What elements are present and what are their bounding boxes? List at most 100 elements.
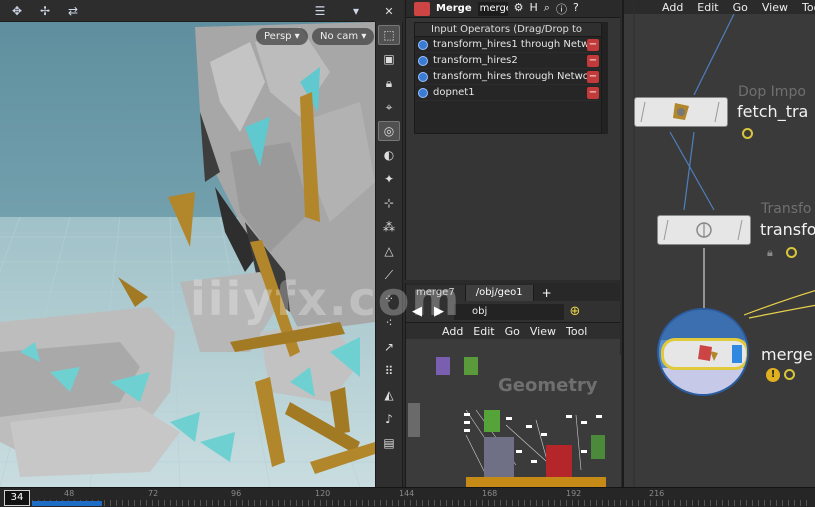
help-icon[interactable]: ? xyxy=(573,1,579,17)
warning-icon[interactable]: ! xyxy=(766,368,780,382)
tick-label: 96 xyxy=(231,489,242,498)
merge-parameter-panel: Merge merge ⚙ H ⌕ ⓘ ? Input Operators (D… xyxy=(405,0,620,280)
point-icon[interactable]: ✦ xyxy=(378,169,400,189)
input-operators-list[interactable]: Input Operators (Drag/Drop to transform_… xyxy=(414,22,602,134)
operator-ball-icon xyxy=(418,87,428,98)
transform-icon xyxy=(663,219,743,241)
transform-node[interactable] xyxy=(657,215,751,245)
menu-tool[interactable]: Tool xyxy=(566,325,587,338)
network-path-field[interactable]: obj xyxy=(454,303,564,320)
operator-ball-icon xyxy=(418,55,428,66)
tab-obj-geo1[interactable]: /obj/geo1 xyxy=(465,285,534,301)
camera-target-dropdown[interactable]: No cam ▾ xyxy=(312,28,375,45)
remove-operator-button[interactable]: − xyxy=(587,86,599,99)
list-scrollbar[interactable] xyxy=(602,22,608,134)
tick-label: 144 xyxy=(399,489,415,498)
current-frame-field[interactable]: 34 xyxy=(4,490,30,506)
houdini-window: ✥ ✢ ⇄ ☰ ▾ Persp ▾ No cam ▾ ✕ ⬚ ▣ 🔒︎ ⌖ ◎ … xyxy=(0,0,815,507)
parameter-header-icons: ⚙ H ⌕ ⓘ ? xyxy=(514,1,579,17)
timeline-ticks xyxy=(32,500,812,506)
camera-zoom-icon[interactable]: ⇄ xyxy=(62,1,84,21)
remove-operator-button[interactable]: − xyxy=(587,54,599,67)
fetch-node-name[interactable]: fetch_tra xyxy=(737,102,808,121)
display-options-icon[interactable]: ☰ xyxy=(309,1,331,21)
list-item[interactable]: transform_hires2 − xyxy=(415,53,601,69)
menu-go[interactable]: Go xyxy=(505,325,520,338)
sound-icon[interactable]: ♪ xyxy=(378,409,400,429)
camera-pan-icon[interactable]: ✢ xyxy=(34,1,56,21)
fetch-flag-icon[interactable] xyxy=(742,128,753,139)
timeline-bar[interactable]: 34 48 72 96 120 144 168 192 216 xyxy=(0,487,815,507)
remove-operator-button[interactable]: − xyxy=(587,38,599,51)
list-item[interactable]: dopnet1 − xyxy=(415,85,601,101)
operator-label: transform_hires1 through Netwo xyxy=(433,39,587,50)
ghost-icon[interactable]: ◎ xyxy=(378,121,400,141)
network-editor[interactable]: Add Edit Go View Too Dop Impo fetch_tra xyxy=(622,0,815,487)
merge-flag-icon[interactable] xyxy=(784,369,795,380)
merge-node-icon xyxy=(414,1,430,16)
camera-persp-dropdown[interactable]: Persp ▾ xyxy=(256,28,308,45)
toolstrip-top: ✕ xyxy=(375,0,403,22)
list-item[interactable]: transform_hires through Networ − xyxy=(415,69,601,85)
menu-edit[interactable]: Edit xyxy=(473,325,494,338)
shape-icon[interactable]: ◭ xyxy=(378,385,400,405)
triangle-icon[interactable]: △ xyxy=(378,241,400,261)
snap-icon[interactable]: ⌖ xyxy=(378,97,400,117)
transform-node-name[interactable]: transfo xyxy=(760,220,815,239)
transform-flag-icon[interactable] xyxy=(786,247,797,258)
handle-icon[interactable]: ⊹ xyxy=(378,193,400,213)
search-icon[interactable]: ⌕ xyxy=(544,1,550,17)
menu-view[interactable]: View xyxy=(530,325,556,338)
tick-label: 168 xyxy=(482,489,498,498)
gear-icon[interactable]: ⚙ xyxy=(514,1,524,17)
operator-label: transform_hires2 xyxy=(433,55,518,66)
fetch-node[interactable] xyxy=(634,97,728,127)
tick-label: 216 xyxy=(649,489,665,498)
operator-ball-icon xyxy=(418,39,428,50)
add-tab-icon[interactable]: + xyxy=(542,285,552,301)
transform-type-label: Transfo xyxy=(761,201,812,217)
tick-label: 192 xyxy=(566,489,582,498)
watermark: iiiyfx.com xyxy=(190,272,462,326)
node-name-field[interactable]: merge xyxy=(477,1,508,16)
merge-icon xyxy=(698,345,742,363)
dop-import-icon xyxy=(640,101,720,123)
camera-tumble-icon[interactable]: ✥ xyxy=(6,1,28,21)
node-type-label: Merge xyxy=(436,3,472,14)
light-icon[interactable]: ◐ xyxy=(378,145,400,165)
operator-label: transform_hires through Networ xyxy=(433,71,587,82)
camera-persp-label: Persp xyxy=(264,31,292,42)
viewport-menu-icon[interactable]: ▾ xyxy=(345,1,367,21)
operator-label: dopnet1 xyxy=(433,87,475,98)
camera-target-label: No cam xyxy=(320,31,359,42)
transform-lock-icon[interactable]: 🔒︎ xyxy=(767,246,773,260)
info-icon[interactable]: ⓘ xyxy=(556,1,567,17)
tick-label: 120 xyxy=(315,489,331,498)
scene-viewport[interactable]: ✥ ✢ ⇄ ☰ ▾ Persp ▾ No cam ▾ xyxy=(0,0,375,487)
merge-node[interactable] xyxy=(657,308,749,396)
remove-operator-button[interactable]: − xyxy=(587,70,599,83)
menu-add[interactable]: Add xyxy=(442,325,463,338)
viewport-toolbar: ✥ ✢ ⇄ ☰ ▾ xyxy=(0,0,375,22)
pin-icon[interactable]: ↗ xyxy=(378,337,400,357)
list-item[interactable]: transform_hires1 through Netwo − xyxy=(415,37,601,53)
dop-import-type-label: Dop Impo xyxy=(738,84,806,100)
view-tool-icon[interactable]: ▣ xyxy=(378,49,400,69)
select-tool-icon[interactable]: ⬚ xyxy=(378,25,400,45)
merge-node-body xyxy=(661,338,747,370)
input-operators-header: Input Operators (Drag/Drop to xyxy=(415,23,601,37)
pin-pane-icon[interactable]: ⊕ xyxy=(564,304,586,319)
tick-label: 72 xyxy=(148,489,159,498)
viewport-scene xyxy=(0,22,375,487)
parameter-header: Merge merge ⚙ H ⌕ ⓘ ? xyxy=(406,0,620,18)
lock-icon[interactable]: 🔒︎ xyxy=(378,73,400,93)
help-h-icon[interactable]: H xyxy=(529,1,537,17)
tick-label: 48 xyxy=(64,489,75,498)
close-icon[interactable]: ✕ xyxy=(384,5,393,18)
cluster-icon[interactable]: ⁂ xyxy=(378,217,400,237)
playback-range-bar[interactable] xyxy=(32,501,102,506)
layers-icon[interactable]: ▤ xyxy=(378,433,400,453)
geometry-context-label: Geometry xyxy=(498,375,598,396)
merge-node-name[interactable]: merge xyxy=(761,345,813,364)
dots-icon[interactable]: ⠿ xyxy=(378,361,400,381)
